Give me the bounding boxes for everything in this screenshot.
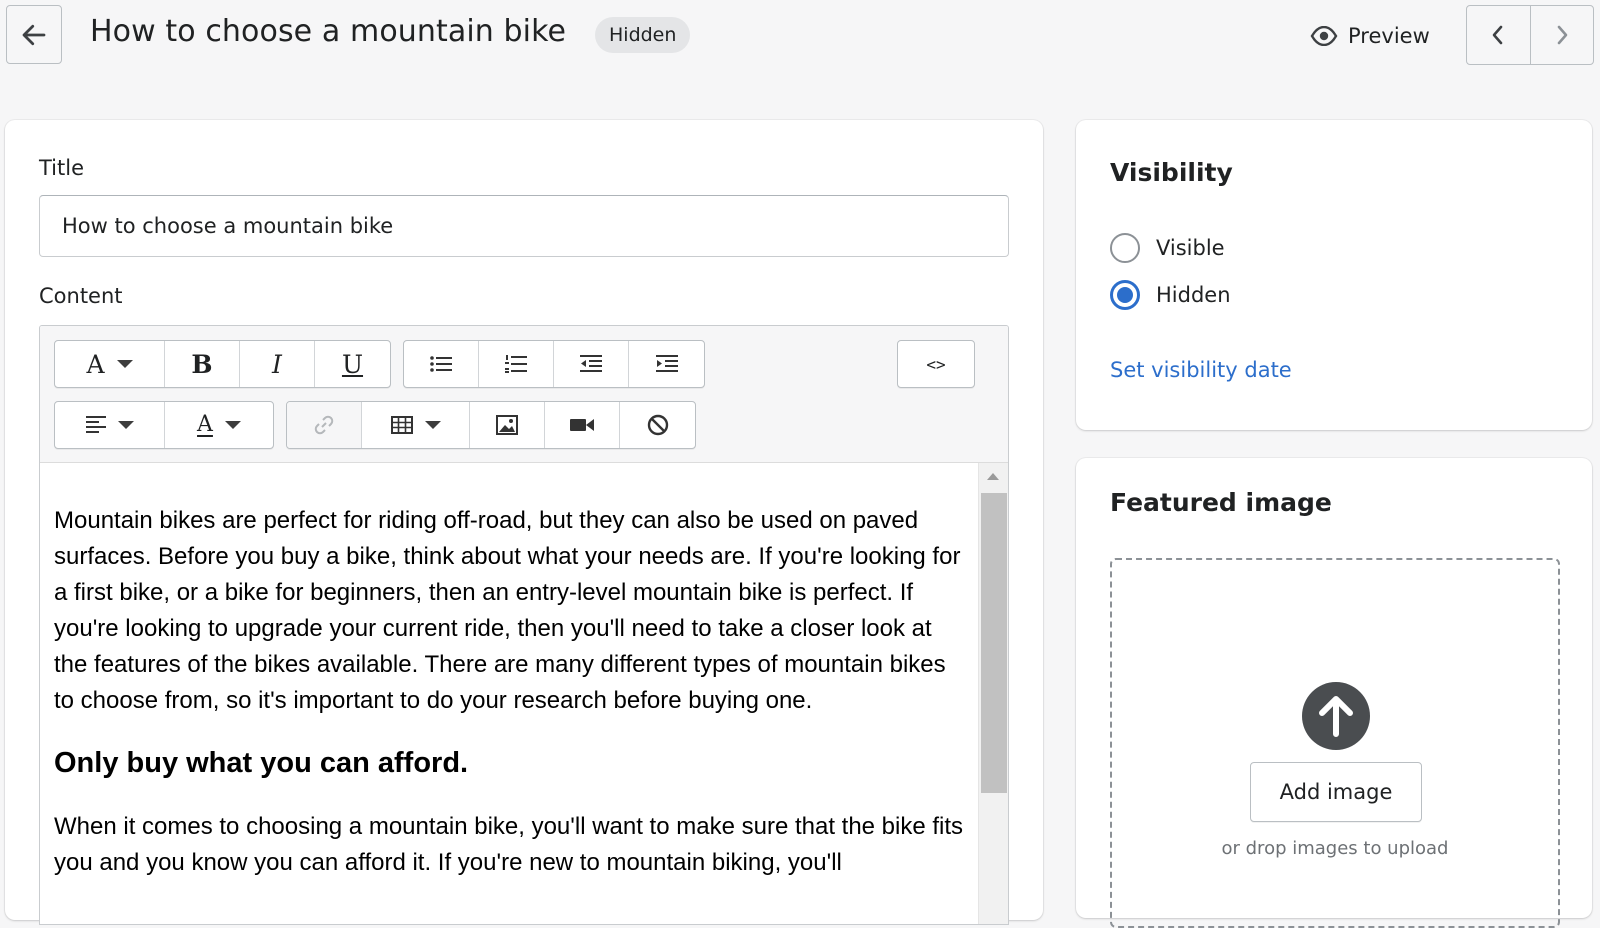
- html-source-button[interactable]: <>: [898, 341, 974, 387]
- insert-group: [286, 401, 696, 449]
- align-left-icon: [85, 416, 106, 433]
- numbered-list-icon: [505, 355, 527, 373]
- content-heading: Only buy what you can afford.: [54, 747, 469, 779]
- featured-image-card: Featured image Add image or drop images …: [1076, 458, 1592, 928]
- radio-button[interactable]: [1110, 280, 1140, 310]
- image-dropzone[interactable]: Add image or drop images to upload: [1110, 558, 1560, 928]
- upload-icon: [1302, 682, 1370, 750]
- chevron-left-icon: [1492, 25, 1503, 45]
- chevron-down-icon: [424, 421, 441, 429]
- font-icon: A: [86, 349, 105, 379]
- previous-item-button[interactable]: [1467, 6, 1531, 64]
- preview-button[interactable]: Preview: [1310, 16, 1430, 56]
- image-button[interactable]: [470, 402, 545, 448]
- format-group: A B I U: [54, 340, 391, 388]
- editor-toolbar: A B I U <> A: [40, 326, 1008, 463]
- visibility-option-hidden[interactable]: Hidden: [1110, 280, 1231, 310]
- video-button[interactable]: [545, 402, 620, 448]
- list-group: [403, 340, 705, 388]
- italic-button[interactable]: I: [240, 341, 315, 387]
- visibility-heading: Visibility: [1110, 158, 1233, 187]
- outdent-button[interactable]: [554, 341, 629, 387]
- set-visibility-date-link[interactable]: Set visibility date: [1110, 358, 1292, 382]
- indent-icon: [655, 355, 678, 372]
- title-input[interactable]: [39, 195, 1009, 257]
- table-button[interactable]: [362, 402, 470, 448]
- radio-button[interactable]: [1110, 233, 1140, 263]
- text-color-icon: A: [197, 412, 213, 437]
- chevron-down-icon: [117, 421, 134, 429]
- indent-button[interactable]: [629, 341, 704, 387]
- back-button[interactable]: [6, 5, 62, 64]
- image-icon: [496, 415, 518, 435]
- scroll-up-arrow-icon[interactable]: [987, 473, 999, 480]
- drop-hint: or drop images to upload: [1221, 838, 1449, 859]
- chevron-down-icon: [116, 360, 133, 368]
- bold-button[interactable]: B: [165, 341, 240, 387]
- add-image-button[interactable]: Add image: [1250, 762, 1422, 822]
- content-card: Title Content A B I U: [5, 120, 1043, 925]
- title-label: Title: [39, 156, 85, 180]
- table-icon: [390, 416, 413, 434]
- visibility-option-visible[interactable]: Visible: [1110, 233, 1225, 263]
- content-paragraph: When it comes to choosing a mountain bik…: [54, 813, 964, 876]
- editor-content[interactable]: Mountain bikes are perfect for riding of…: [40, 463, 980, 923]
- visibility-card: Visibility Visible Hidden Set visibility…: [1076, 120, 1592, 430]
- align-button[interactable]: [55, 402, 165, 448]
- outdent-icon: [580, 355, 602, 372]
- preview-label: Preview: [1348, 24, 1430, 48]
- link-button[interactable]: [287, 402, 362, 448]
- video-icon: [570, 419, 594, 431]
- numbered-list-button[interactable]: [479, 341, 554, 387]
- page-title: How to choose a mountain bike: [90, 14, 567, 49]
- bullet-list-icon: [430, 356, 452, 372]
- eye-icon: [1310, 26, 1338, 46]
- featured-image-heading: Featured image: [1110, 488, 1332, 517]
- chevron-down-icon: [224, 421, 241, 429]
- editor-scrollbar[interactable]: [978, 463, 1008, 924]
- underline-button[interactable]: U: [315, 341, 390, 387]
- scroll-thumb[interactable]: [981, 493, 1007, 793]
- text-color-button[interactable]: A: [165, 402, 273, 448]
- chevron-right-icon: [1557, 25, 1568, 45]
- code-icon: <>: [926, 354, 946, 374]
- link-icon: [314, 415, 334, 435]
- status-badge: Hidden: [595, 17, 691, 53]
- clear-formatting-button[interactable]: [620, 402, 695, 448]
- clear-formatting-icon: [647, 414, 668, 436]
- font-style-button[interactable]: A: [55, 341, 165, 387]
- pagination: [1466, 5, 1594, 65]
- source-group: <>: [897, 340, 975, 388]
- content-paragraph: Mountain bikes are perfect for riding of…: [54, 507, 961, 714]
- radio-label: Visible: [1156, 236, 1225, 260]
- next-item-button[interactable]: [1531, 6, 1594, 64]
- bullet-list-button[interactable]: [404, 341, 479, 387]
- radio-label: Hidden: [1156, 283, 1231, 307]
- arrow-left-icon: [22, 24, 46, 45]
- align-color-group: A: [54, 401, 274, 449]
- underline-icon: U: [341, 349, 364, 379]
- italic-icon: I: [272, 349, 282, 379]
- bold-icon: B: [191, 349, 213, 379]
- rich-text-editor: A B I U <> A Mountain bikes are perfect …: [39, 325, 1009, 925]
- content-label: Content: [39, 284, 123, 308]
